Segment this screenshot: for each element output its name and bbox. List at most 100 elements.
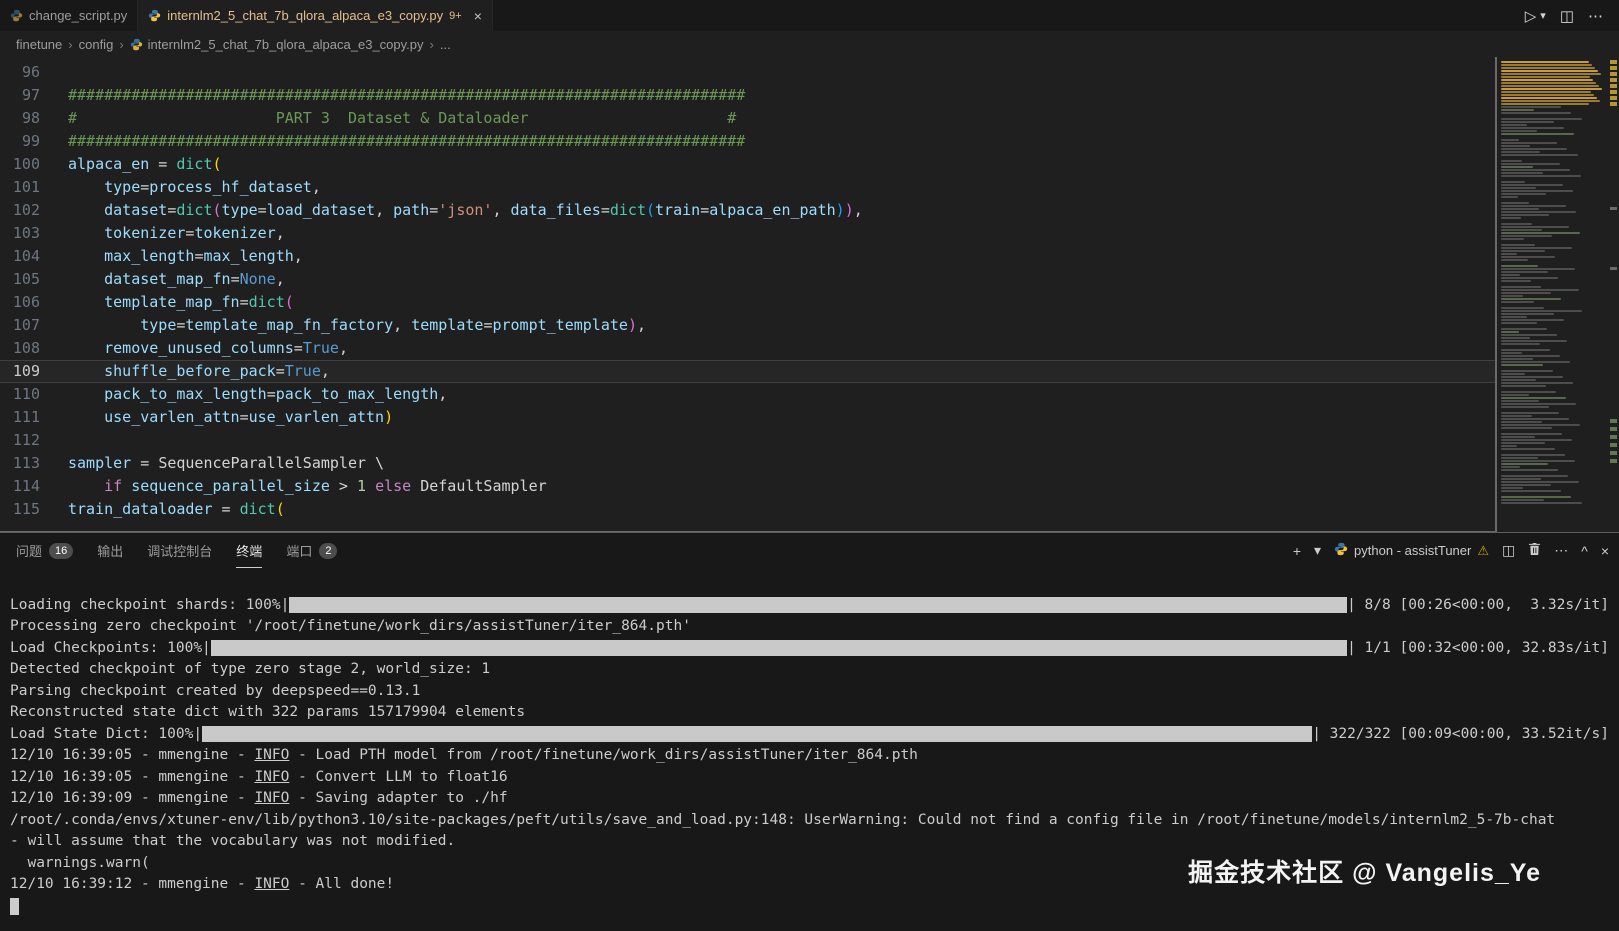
- new-terminal-button[interactable]: +: [1293, 543, 1301, 559]
- code-line[interactable]: 102 dataset=dict(type=load_dataset, path…: [0, 199, 1495, 222]
- code-line[interactable]: 100 alpaca_en = dict(: [0, 153, 1495, 176]
- minimap[interactable]: [1497, 57, 1619, 532]
- code-line[interactable]: 111 use_varlen_attn=use_varlen_attn): [0, 406, 1495, 429]
- terminal-line: Loading checkpoint shards: 100%| | 8/8 [0…: [10, 595, 1609, 617]
- line-number: 105: [12, 270, 40, 288]
- terminal-text: | 8/8 [00:26<00:00, 3.32s/it]: [1347, 596, 1609, 613]
- terminal-text: /root/.conda/envs/xtuner-env/lib/python3…: [10, 811, 1556, 828]
- code-line[interactable]: 115 train_dataloader = dict(: [0, 498, 1495, 521]
- run-button[interactable]: ▷: [1525, 7, 1537, 25]
- line-number: 113: [12, 454, 40, 472]
- code-text: ########################################…: [68, 132, 746, 150]
- warning-icon: ⚠: [1477, 542, 1489, 558]
- code-line[interactable]: 112: [0, 429, 1495, 452]
- code-line[interactable]: 105 dataset_map_fn=None,: [0, 268, 1495, 291]
- close-panel-button[interactable]: ×: [1601, 543, 1609, 559]
- terminal-text: - Load PTH model from /root/finetune/wor…: [289, 747, 918, 763]
- breadcrumb-label: config: [78, 36, 114, 52]
- editor-code[interactable]: 96 97 ####################################…: [0, 57, 1497, 532]
- line-number: 108: [12, 339, 40, 357]
- terminal-text: Processing zero checkpoint '/root/finetu…: [10, 618, 691, 634]
- panel-tab-调试控制台[interactable]: 调试控制台: [147, 533, 212, 568]
- code-line[interactable]: 96: [0, 61, 1495, 84]
- terminal-text: Reconstructed state dict with 322 params…: [10, 704, 526, 720]
- panel-tab-label: 端口: [286, 544, 313, 559]
- code-text: if sequence_parallel_size > 1 else Defau…: [104, 477, 547, 495]
- tab-strip: change_script.py internlm2_5_chat_7b_qlor…: [0, 0, 493, 31]
- terminal-text: warnings.warn(: [10, 854, 150, 871]
- panel-more-button[interactable]: ⋯: [1554, 542, 1568, 559]
- tab-label: change_script.py: [29, 8, 128, 23]
- terminal-line: Load State Dict: 100%| | 322/322 [00:09<0…: [10, 724, 1609, 746]
- breadcrumb-item[interactable]: internlm2_5_chat_7b_qlora_alpaca_e3_copy…: [130, 37, 424, 52]
- line-number: 100: [12, 155, 40, 173]
- terminal-text: - will assume that the vocabulary was no…: [10, 833, 456, 849]
- code-line[interactable]: 106 template_map_fn=dict(: [0, 291, 1495, 314]
- watermark: 掘金技术社区 @ Vangelis_Ye: [1188, 859, 1541, 887]
- minimap-rows: [1501, 61, 1603, 504]
- terminal-line: 12/10 16:39:05 - mmengine - INFO - Load …: [10, 745, 1609, 767]
- panel-tab-问题[interactable]: 问题 16: [16, 533, 74, 568]
- panel-tabs: 问题 16 输出 调试控制台 终端 端口 2: [16, 533, 338, 568]
- code-line[interactable]: 109 shuffle_before_pack=True,: [0, 360, 1495, 383]
- editor-actions: ▷ ▾ ◫ ⋯: [1509, 0, 1619, 31]
- code-line[interactable]: 101 type=process_hf_dataset,: [0, 176, 1495, 199]
- breadcrumb-item[interactable]: finetune: [16, 37, 62, 52]
- code-text: shuffle_before_pack=True,: [104, 362, 330, 380]
- code-line[interactable]: 99 ######################################…: [0, 130, 1495, 153]
- terminal-line: /root/.conda/envs/xtuner-env/lib/python3…: [10, 810, 1609, 832]
- code-line[interactable]: 98 # PART 3 Dataset & Dataloader #: [0, 107, 1495, 130]
- code-line[interactable]: 114 if sequence_parallel_size > 1 else D…: [0, 475, 1495, 498]
- terminal-line: [10, 896, 1609, 918]
- code-line[interactable]: 104 max_length=max_length,: [0, 245, 1495, 268]
- terminal-text: - All done!: [289, 876, 395, 892]
- panel-tab-badge: 2: [319, 542, 338, 559]
- editor-more-button[interactable]: ⋯: [1588, 7, 1603, 25]
- panel-tab-label: 问题: [16, 544, 43, 559]
- code-line[interactable]: 108 remove_unused_columns=True,: [0, 337, 1495, 360]
- terminal-select[interactable]: python - assistTuner ⚠: [1334, 542, 1489, 559]
- editor-tab[interactable]: internlm2_5_chat_7b_qlora_alpaca_e3_copy…: [138, 0, 493, 31]
- editor-tab[interactable]: change_script.py: [0, 0, 139, 31]
- split-terminal-button[interactable]: ◫: [1502, 542, 1515, 559]
- terminal-text: Detected checkpoint of type zero stage 2…: [10, 661, 491, 677]
- panel-tab-label: 终端: [236, 544, 263, 559]
- maximize-panel-button[interactable]: ^: [1581, 543, 1588, 559]
- terminal-text: 12/10 16:39:09 - mmengine -: [10, 790, 255, 806]
- terminal-select-label: python - assistTuner: [1354, 543, 1472, 558]
- tab-label: internlm2_5_chat_7b_qlora_alpaca_e3_copy…: [167, 8, 444, 23]
- panel-tab-端口[interactable]: 端口 2: [286, 533, 338, 568]
- kill-terminal-button[interactable]: [1528, 542, 1541, 559]
- code-line[interactable]: 97 ######################################…: [0, 84, 1495, 107]
- overview-ruler: [1610, 57, 1617, 532]
- code-text: remove_unused_columns=True,: [104, 339, 348, 357]
- line-number: 110: [12, 385, 40, 403]
- terminal-line: 12/10 16:39:05 - mmengine - INFO - Conve…: [10, 767, 1609, 789]
- run-dropdown-button[interactable]: ▾: [1540, 9, 1546, 22]
- code-line[interactable]: 107 type=template_map_fn_factory, templa…: [0, 314, 1495, 337]
- tab-dirty-badge: 9+: [449, 9, 462, 22]
- breadcrumb-symbol[interactable]: ...: [440, 37, 451, 52]
- breadcrumb-item[interactable]: config: [79, 37, 114, 52]
- terminal-dropdown-button[interactable]: ▾: [1314, 542, 1321, 559]
- panel-tab-终端[interactable]: 终端: [236, 533, 263, 568]
- line-number: 99: [21, 132, 40, 150]
- code-line[interactable]: 103 tokenizer=tokenizer,: [0, 222, 1495, 245]
- code-text: pack_to_max_length=pack_to_max_length,: [104, 385, 448, 403]
- terminal-text: 12/10 16:39:12 - mmengine -: [10, 876, 255, 892]
- panel-tab-输出[interactable]: 输出: [97, 533, 123, 568]
- close-icon[interactable]: ×: [474, 8, 482, 24]
- split-editor-button[interactable]: ◫: [1560, 7, 1574, 25]
- code-line[interactable]: 113 sampler = SequenceParallelSampler \: [0, 452, 1495, 475]
- line-number: 102: [12, 201, 40, 219]
- panel-actions: + ▾ python - assistTuner ⚠ ◫ ⋯ ^ ×: [1293, 542, 1609, 559]
- code-line[interactable]: 110 pack_to_max_length=pack_to_max_lengt…: [0, 383, 1495, 406]
- terminal-text: INFO: [254, 768, 290, 785]
- terminal-text: Parsing checkpoint created by deepspeed=…: [10, 682, 421, 699]
- progress-bar: [289, 597, 1348, 614]
- terminal-line: 12/10 16:39:09 - mmengine - INFO - Savin…: [10, 788, 1609, 810]
- terminal-line: Detected checkpoint of type zero stage 2…: [10, 659, 1609, 681]
- editor-tab-bar: change_script.py internlm2_5_chat_7b_qlor…: [0, 0, 1619, 31]
- terminal-text: - Convert LLM to float16: [289, 768, 508, 785]
- breadcrumb-label: internlm2_5_chat_7b_qlora_alpaca_e3_copy…: [147, 36, 424, 52]
